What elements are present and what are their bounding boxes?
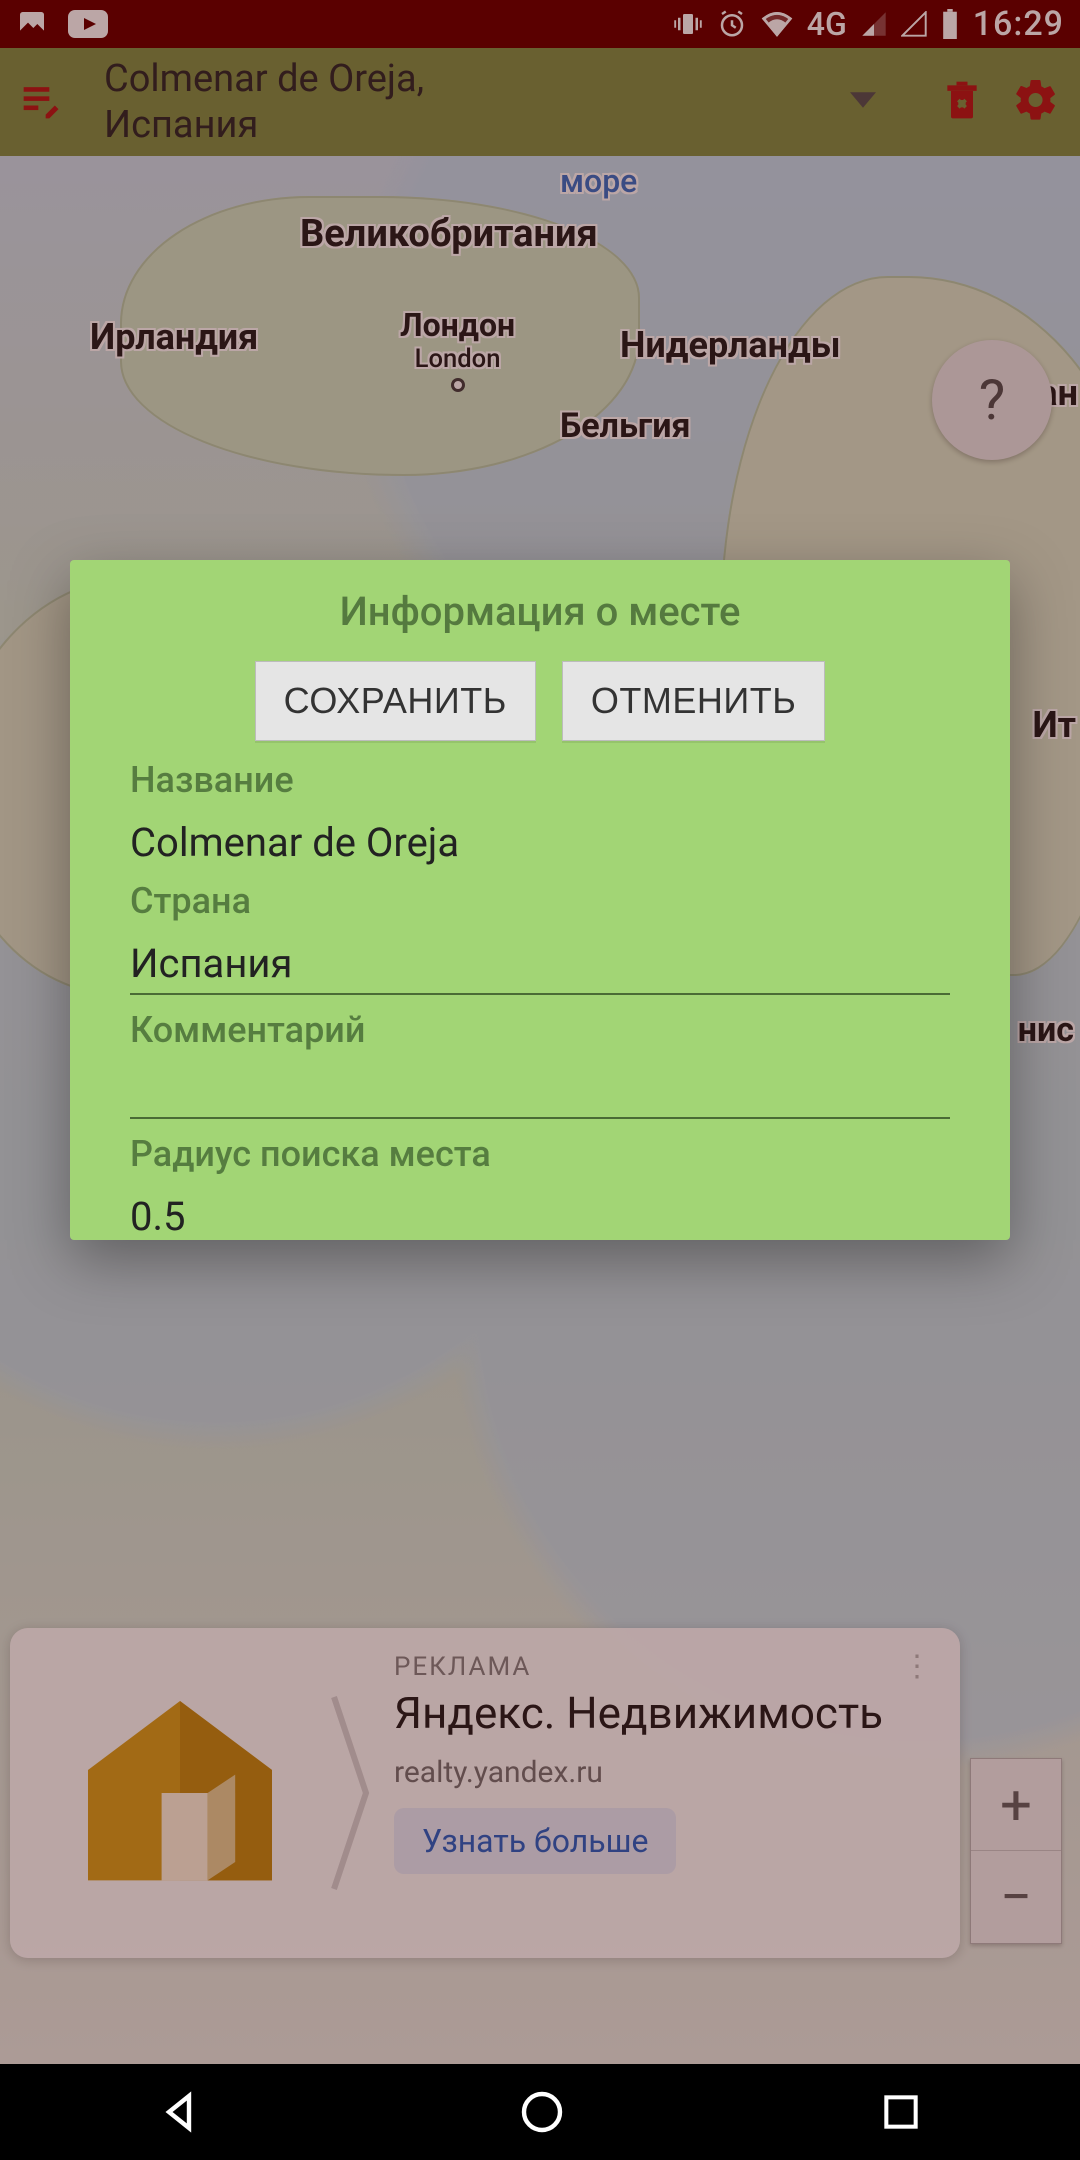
country-input[interactable]: Испания: [130, 940, 950, 995]
place-info-dialog: Информация о месте СОХРАНИТЬ ОТМЕНИТЬ На…: [70, 560, 1010, 1240]
radius-label: Радиус поиска места: [130, 1133, 950, 1175]
dialog-title: Информация о месте: [130, 588, 950, 635]
recents-button[interactable]: [879, 2090, 923, 2134]
screen: 4G 16:29 Colmenar de Oreja, Испания: [0, 0, 1080, 2160]
home-button[interactable]: [518, 2088, 566, 2136]
comment-label: Комментарий: [130, 1009, 950, 1051]
save-button[interactable]: СОХРАНИТЬ: [255, 661, 536, 741]
radius-input[interactable]: 0.5: [130, 1193, 950, 1240]
android-navbar: [0, 2064, 1080, 2160]
comment-input[interactable]: [130, 1069, 950, 1119]
name-label: Название: [130, 759, 950, 801]
name-value: Colmenar de Oreja: [130, 819, 950, 866]
cancel-button[interactable]: ОТМЕНИТЬ: [562, 661, 825, 741]
back-button[interactable]: [157, 2088, 205, 2136]
country-label: Страна: [130, 880, 950, 922]
